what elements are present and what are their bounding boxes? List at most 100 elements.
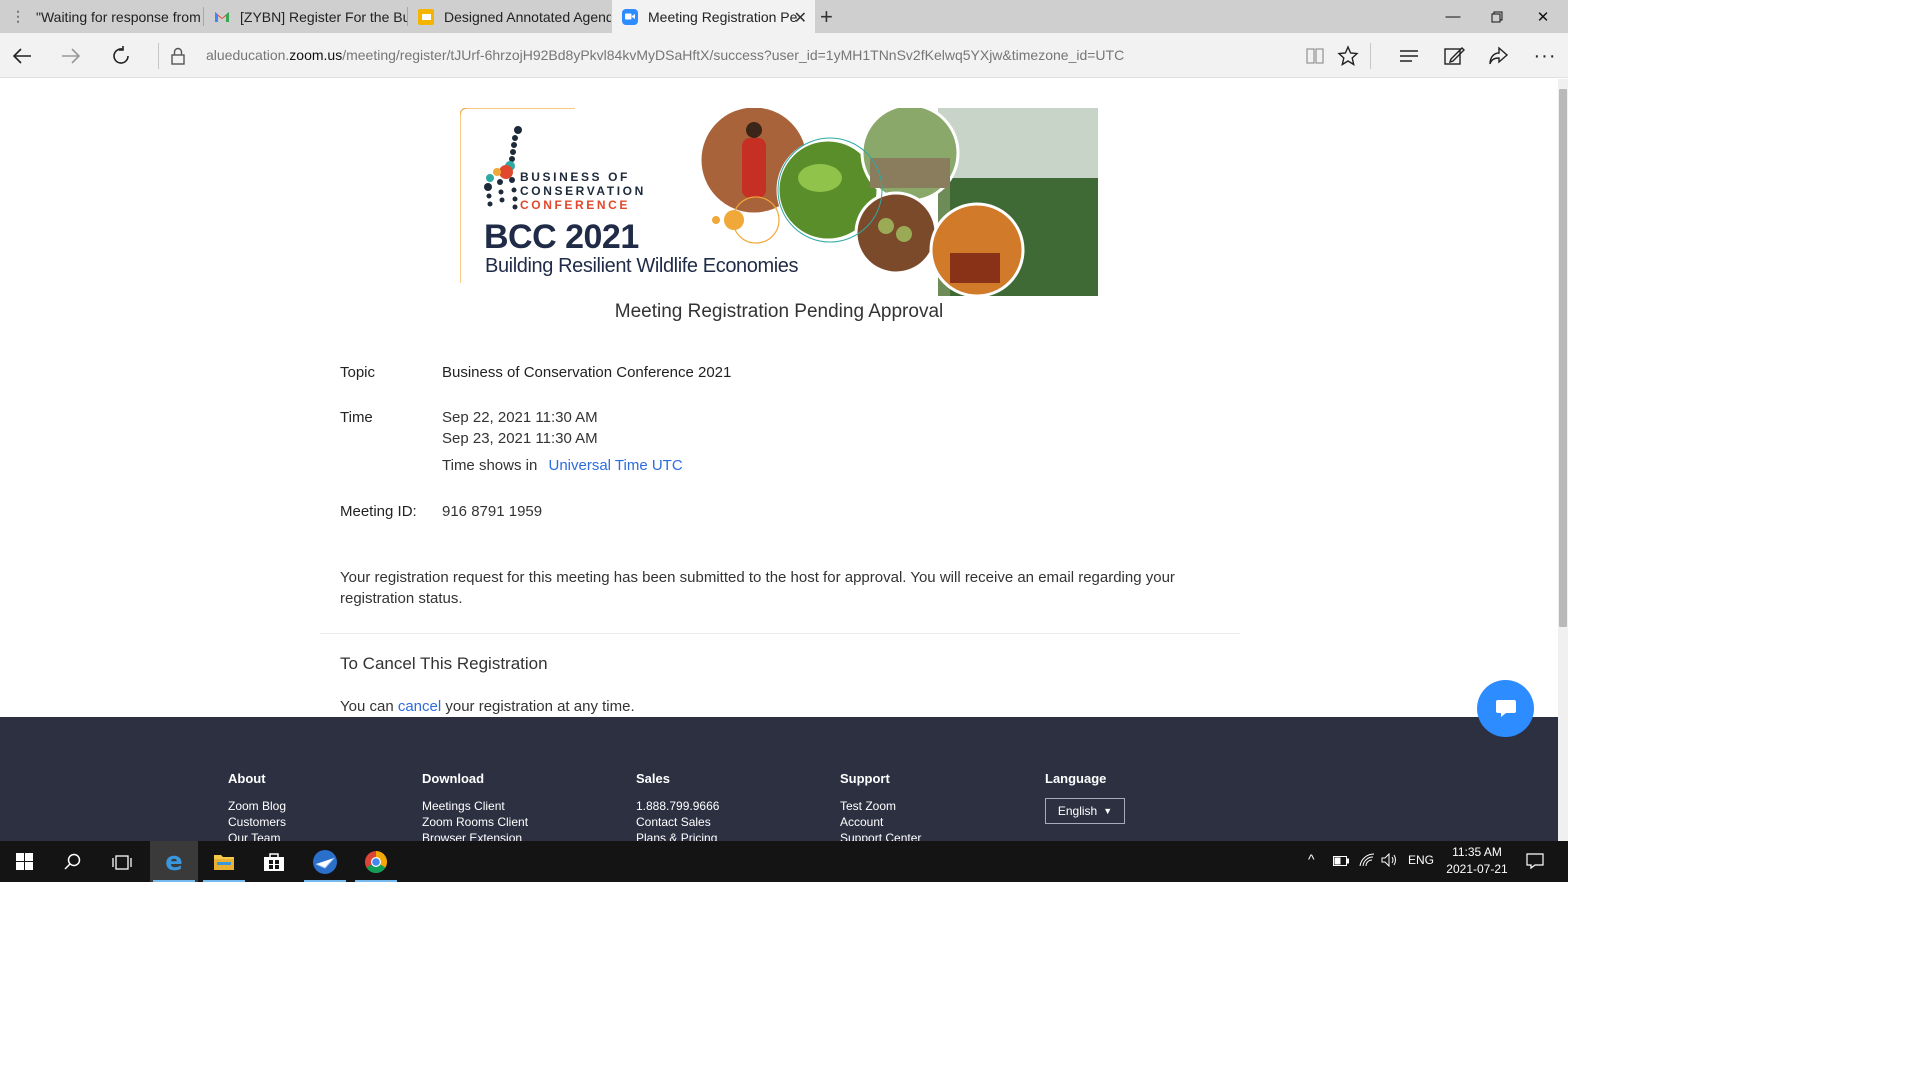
clock-date: 2021-07-21	[1446, 862, 1508, 876]
tab-label: Designed Annotated Agend	[444, 8, 611, 25]
footer-link[interactable]: Test Zoom	[840, 798, 921, 814]
close-tab-icon[interactable]: ✕	[794, 8, 807, 28]
time-value-1: Sep 22, 2021 11:30 AM	[442, 409, 598, 426]
time-label: Time	[340, 409, 373, 426]
zoom-icon	[622, 8, 638, 25]
more-options-icon[interactable]: ···	[1528, 39, 1562, 73]
giraffe-logo-icon	[484, 126, 522, 210]
footer-heading: Support	[840, 771, 890, 786]
footer-link[interactable]: Plans & Pricing	[636, 830, 719, 841]
footer-link[interactable]: Our Team	[228, 830, 286, 841]
restore-button[interactable]	[1474, 0, 1520, 33]
url-domain: zoom.us	[289, 47, 343, 63]
thunderbird-icon	[313, 849, 337, 874]
footer-heading: Sales	[636, 771, 670, 786]
page-scrollbar[interactable]	[1558, 79, 1568, 841]
slides-icon	[418, 8, 434, 25]
forward-button[interactable]	[54, 39, 88, 73]
footer-link[interactable]: Contact Sales	[636, 814, 719, 830]
start-button[interactable]	[0, 841, 48, 882]
browser-title-bar: ⋮ "Waiting for response from [ZYBN] Regi…	[0, 0, 1568, 33]
new-tab-button[interactable]: +	[820, 4, 833, 30]
footer-link[interactable]: Support Center	[840, 830, 921, 841]
battery-icon[interactable]	[1333, 855, 1349, 869]
org-name-line2: CONSERVATION	[520, 184, 646, 198]
topic-value: Business of Conservation Conference 2021	[442, 364, 732, 381]
caret-down-icon: ▼	[1103, 806, 1113, 816]
windows-taskbar: e ^ ENG 11:35 AM 2021-07-21	[0, 841, 1568, 882]
time-value-2: Sep 23, 2021 11:30 AM	[442, 430, 598, 447]
minimize-button[interactable]: —	[1430, 0, 1476, 33]
footer-support: Support Test Zoom Account Support Center	[840, 771, 921, 841]
windows-logo-icon	[15, 853, 33, 870]
divider	[320, 633, 1240, 634]
timezone-prefix: Time shows in	[442, 457, 538, 474]
timezone-link[interactable]: Universal Time UTC	[548, 457, 682, 474]
input-language[interactable]: ENG	[1408, 853, 1434, 867]
chat-button[interactable]	[1477, 680, 1534, 737]
system-clock[interactable]: 11:35 AM 2021-07-21	[1440, 844, 1514, 878]
web-note-icon[interactable]	[1437, 39, 1471, 73]
notifications-icon[interactable]	[1526, 852, 1544, 873]
search-button[interactable]	[49, 841, 97, 882]
footer-heading: Language	[1045, 771, 1107, 786]
share-icon[interactable]	[1482, 39, 1516, 73]
folder-icon	[214, 854, 234, 870]
footer-download: Download Meetings Client Zoom Rooms Clie…	[422, 771, 528, 841]
approval-notice: Your registration request for this meeti…	[340, 569, 1175, 607]
taskbar-file-explorer[interactable]	[200, 841, 248, 882]
lock-icon[interactable]	[161, 39, 195, 73]
event-title: BCC 2021	[484, 218, 639, 256]
page-content: BUSINESS OF CONSERVATION CONFERENCE BCC …	[0, 79, 1558, 841]
wifi-icon[interactable]	[1359, 853, 1375, 870]
refresh-button[interactable]	[104, 39, 138, 73]
taskbar-store[interactable]	[250, 841, 298, 882]
meeting-id-value: 916 8791 1959	[442, 503, 543, 520]
loading-icon: ⋮	[11, 8, 25, 24]
footer-link[interactable]: Browser Extension	[422, 830, 528, 841]
chevron-up-icon[interactable]: ^	[1308, 851, 1315, 867]
footer-link[interactable]: Account	[840, 814, 921, 830]
taskbar-edge[interactable]: e	[150, 841, 198, 882]
cancel-text-after: your registration at any time.	[445, 698, 635, 715]
chat-bubble-icon	[1495, 699, 1516, 717]
hub-icon[interactable]	[1392, 39, 1426, 73]
footer-heading: About	[228, 771, 266, 786]
tab-annotated-agenda[interactable]: Designed Annotated Agend	[408, 0, 611, 33]
clock-time: 11:35 AM	[1452, 845, 1502, 859]
meeting-id-label: Meeting ID:	[340, 503, 417, 520]
footer-link[interactable]: 1.888.799.9666	[636, 798, 719, 814]
cancel-text: You can cancel your registration at any …	[340, 698, 635, 715]
url-prefix: alueducation.	[206, 47, 290, 63]
scrollbar-thumb[interactable]	[1559, 89, 1567, 627]
taskbar-chrome[interactable]	[352, 841, 400, 882]
volume-icon[interactable]	[1381, 852, 1399, 870]
back-button[interactable]	[5, 39, 39, 73]
chrome-icon	[365, 850, 387, 873]
tab-meeting-registration[interactable]: Meeting Registration Pe ✕	[612, 0, 815, 33]
footer-link[interactable]: Zoom Rooms Client	[422, 814, 528, 830]
footer-language: Language English ▼	[1045, 771, 1125, 824]
tab-label: [ZYBN] Register For the Bus	[240, 8, 407, 25]
footer-link[interactable]: Zoom Blog	[228, 798, 286, 814]
language-select[interactable]: English ▼	[1045, 798, 1125, 824]
org-name-line3: CONFERENCE	[520, 198, 631, 212]
tab-label: Meeting Registration Pe	[648, 8, 798, 25]
cancel-link[interactable]: cancel	[398, 698, 441, 715]
footer-about: About Zoom Blog Customers Our Team	[228, 771, 286, 841]
tab-gmail-register[interactable]: [ZYBN] Register For the Bus	[204, 0, 407, 33]
favorite-star-icon[interactable]	[1331, 39, 1365, 73]
edge-icon: e	[165, 846, 183, 877]
language-selected: English	[1057, 804, 1098, 818]
task-view-button[interactable]	[98, 841, 146, 882]
footer-link[interactable]: Meetings Client	[422, 798, 528, 814]
footer-link[interactable]: Customers	[228, 814, 286, 830]
reading-view-icon[interactable]	[1298, 39, 1332, 73]
footer-heading: Download	[422, 771, 485, 786]
footer-sales: Sales 1.888.799.9666 Contact Sales Plans…	[636, 771, 719, 841]
tab-waiting-response[interactable]: ⋮ "Waiting for response from	[0, 0, 203, 33]
taskbar-thunderbird[interactable]	[301, 841, 349, 882]
close-window-button[interactable]: ✕	[1520, 0, 1566, 33]
gmail-icon	[214, 9, 230, 25]
url-field[interactable]: alueducation.zoom.us/meeting/register/tJ…	[206, 47, 1124, 63]
